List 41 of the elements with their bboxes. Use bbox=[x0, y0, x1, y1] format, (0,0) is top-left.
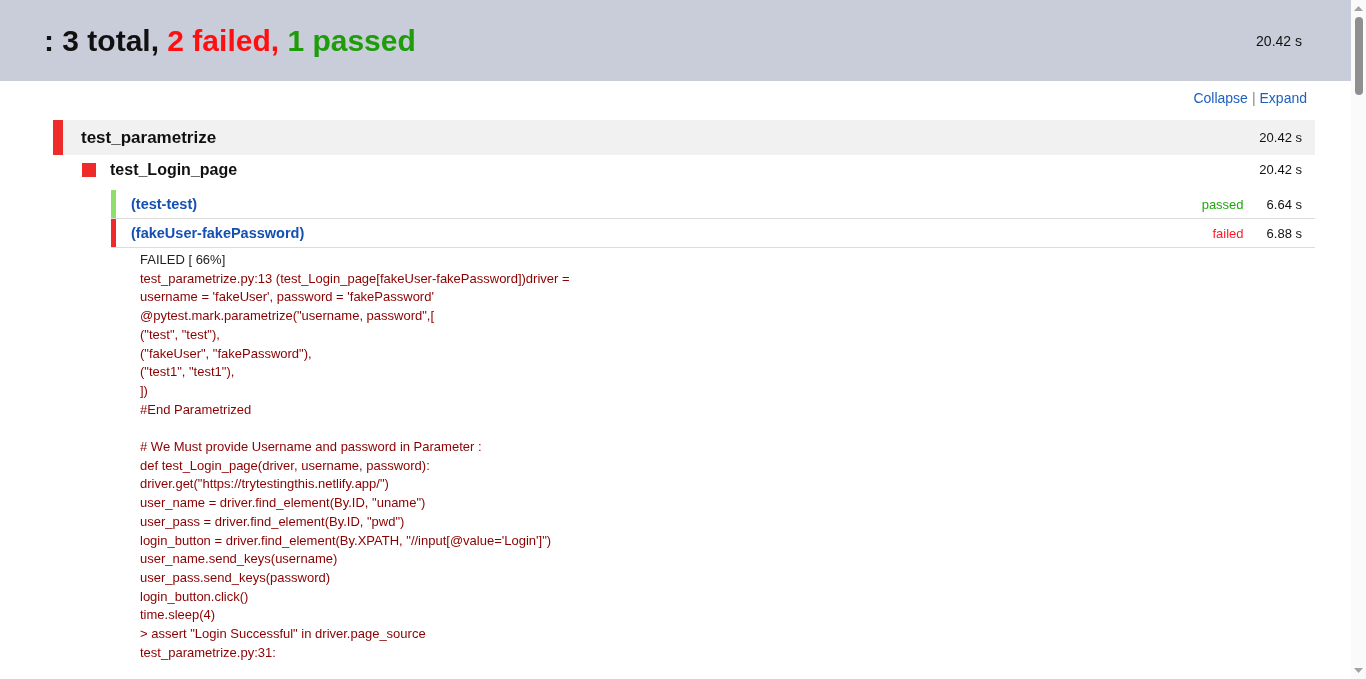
log-line: def test_Login_page(driver, username, password): bbox=[140, 456, 430, 475]
log-line: test_parametrize.py:31: bbox=[140, 643, 276, 662]
log-line: login_button = driver.find_element(By.XPATH, "//input[@value='Login']") bbox=[140, 531, 552, 550]
log-line: @pytest.mark.parametrize("username, password",[ bbox=[140, 307, 435, 326]
log-line: user_pass = driver.find_element(By.ID, "pwd") bbox=[140, 512, 405, 531]
log-line: # We Must provide Username and password in Parameter : bbox=[140, 438, 482, 456]
view-toggle-link[interactable]: Collapse bbox=[1193, 90, 1248, 106]
status-text: failed bbox=[1212, 225, 1244, 241]
log-line: ]) bbox=[140, 381, 148, 400]
log-line: user_name = driver.find_element(By.ID, "uname") bbox=[140, 494, 426, 513]
case-name-link[interactable]: (fakeUser-fakePassword) bbox=[131, 225, 1213, 241]
scrollbar-thumb[interactable] bbox=[1354, 17, 1363, 95]
log-line: username = 'fakeUser', password = 'fakePassword' bbox=[140, 288, 434, 307]
scroll-up-arrow-icon[interactable] bbox=[1354, 6, 1363, 11]
duration-text: 6.64 s bbox=[1266, 196, 1302, 212]
suite-title: test_parametrize bbox=[81, 127, 218, 148]
log-line: time.sleep(4) bbox=[140, 606, 216, 625]
log-line: test_parametrize.py:13 (test_Login_page[fakeUser-fakePassword])driver = bbox=[140, 269, 570, 288]
duration-text: 20.42 s bbox=[1259, 130, 1302, 145]
log-line: > assert "Login Successful" in driver.page_source bbox=[140, 625, 426, 644]
log-line: ("fakeUser", "fakePassword"), bbox=[140, 344, 312, 363]
log-line: user_name.send_keys(username) bbox=[140, 550, 338, 569]
suite-row[interactable]: test_parametrize 20.42 s bbox=[53, 120, 1315, 155]
log-line: ("test", "test"), bbox=[140, 325, 220, 344]
scrollbar-track[interactable] bbox=[1351, 0, 1366, 679]
duration-text: 6.88 s bbox=[1266, 225, 1302, 241]
test-title: test_Login_page bbox=[110, 160, 239, 179]
view-toggle-link[interactable]: Expand bbox=[1259, 90, 1307, 106]
log-line: user_pass.send_keys(password) bbox=[140, 568, 331, 587]
duration-text: 20.42 s bbox=[1256, 32, 1302, 49]
duration-text: 20.42 s bbox=[1259, 162, 1302, 177]
scroll-down-arrow-icon[interactable] bbox=[1354, 668, 1363, 673]
log-line: #End Parametrized bbox=[140, 400, 252, 419]
case-name-link[interactable]: (test-test) bbox=[131, 196, 1202, 212]
link-separator: | bbox=[1251, 90, 1256, 106]
log-line: ("test1", "test1"), bbox=[140, 363, 235, 382]
status-text: passed bbox=[1201, 196, 1244, 212]
status-line: FAILED [ 66%] bbox=[140, 251, 226, 269]
log-line: login_button.click() bbox=[140, 587, 249, 606]
log-line: driver.get("https://trytestingthis.netlify.app/") bbox=[140, 475, 389, 494]
summary-title: : 3 total, 2 failed, 1 passed bbox=[44, 23, 416, 58]
